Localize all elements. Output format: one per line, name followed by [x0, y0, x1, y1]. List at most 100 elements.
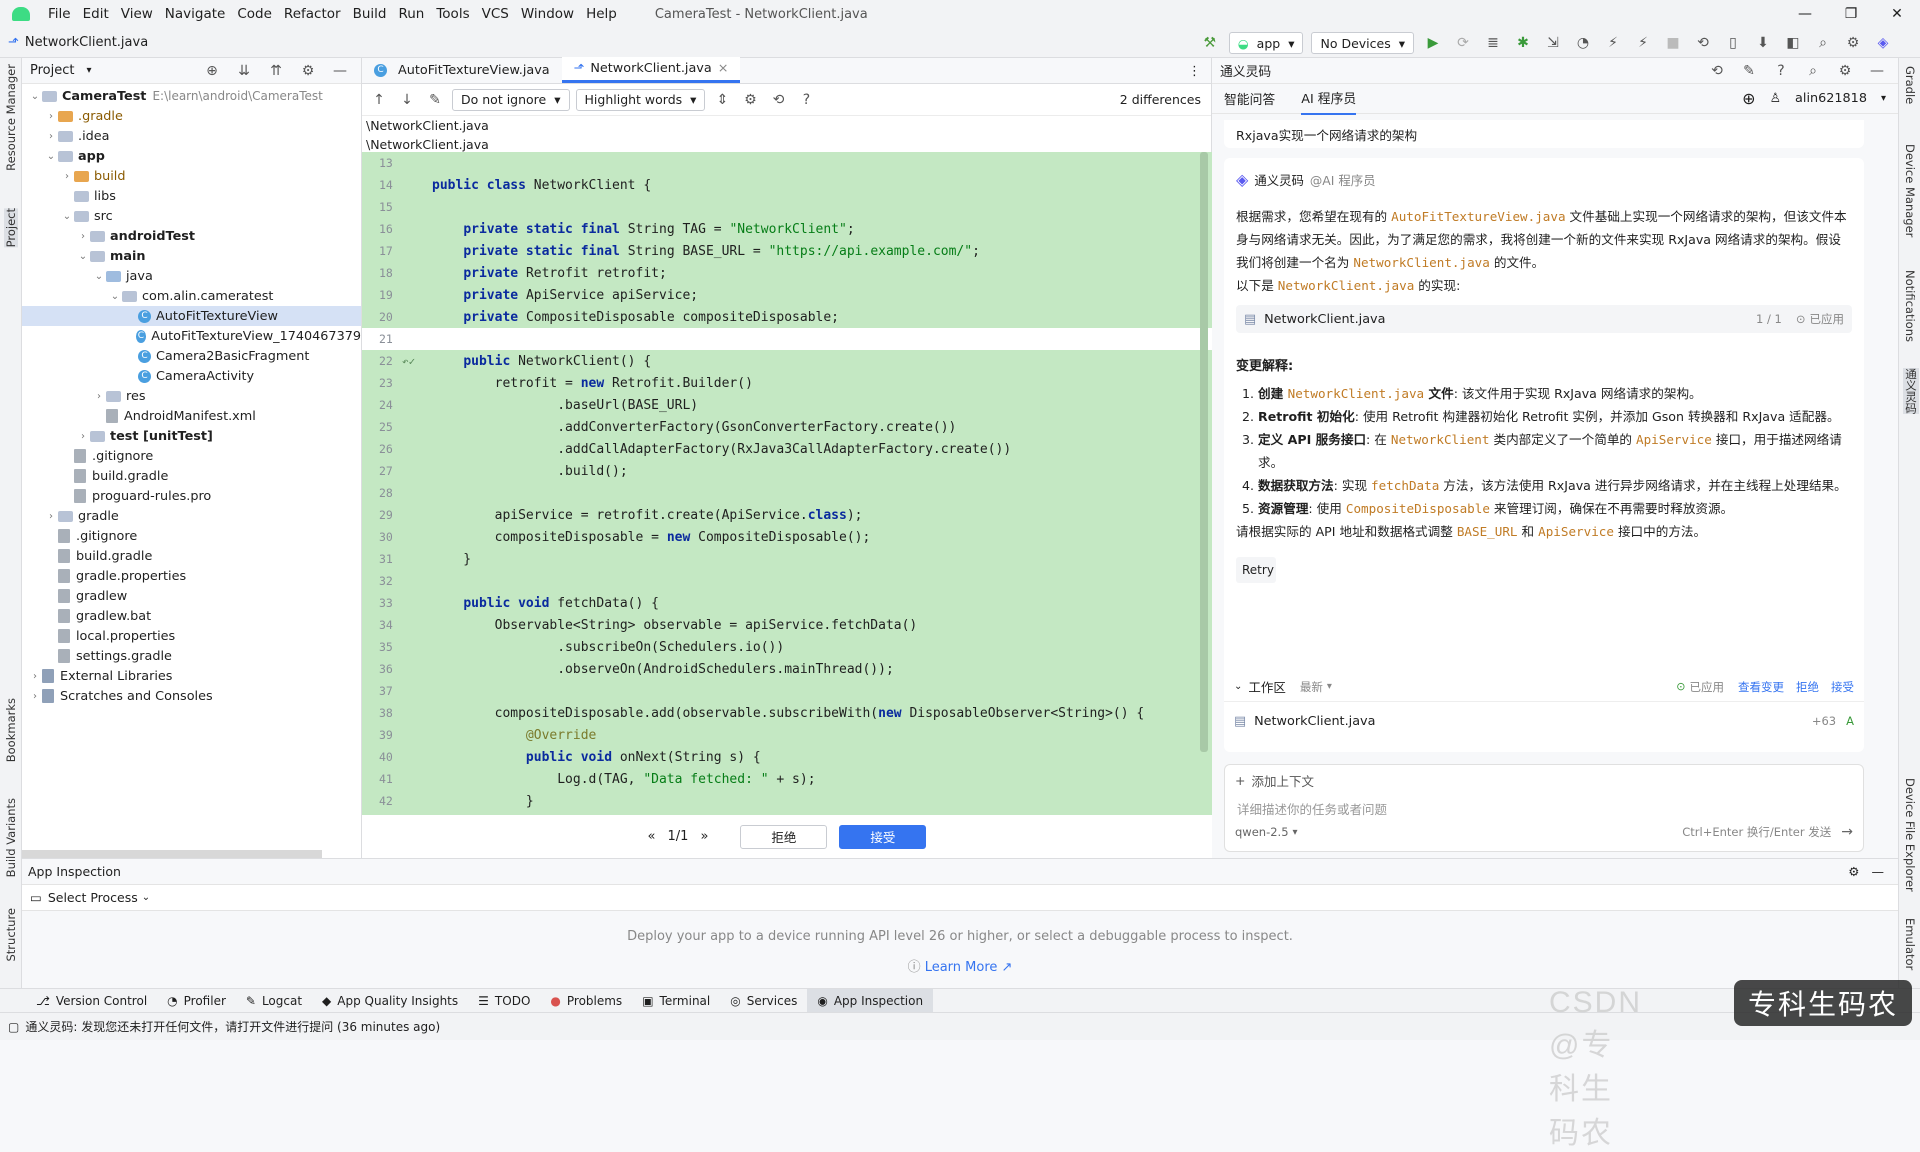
menu-window[interactable]: Window: [515, 6, 580, 22]
add-icon[interactable]: +: [1235, 773, 1245, 788]
tree-node[interactable]: AndroidManifest.xml: [22, 406, 361, 426]
code-line[interactable]: 24 .baseUrl(BASE_URL): [362, 394, 1212, 416]
sync-gradle-icon[interactable]: ⟲: [1692, 32, 1714, 54]
run-config-select[interactable]: ◒ app ▾: [1228, 32, 1304, 54]
code-line[interactable]: 20 private CompositeDisposable composite…: [362, 306, 1212, 328]
coverage-icon[interactable]: ≣: [1482, 32, 1504, 54]
ignore-select[interactable]: Do not ignore ▾: [452, 88, 570, 111]
hide-icon[interactable]: —: [329, 60, 351, 82]
project-title[interactable]: Project: [30, 63, 74, 78]
next-diff-icon[interactable]: ↓: [396, 89, 418, 111]
hide-icon[interactable]: —: [1872, 864, 1885, 879]
add-icon[interactable]: ⊕: [1742, 89, 1755, 108]
sdk-manager-icon[interactable]: ⬇: [1752, 32, 1774, 54]
expand-arrow-icon[interactable]: ›: [76, 231, 90, 242]
tree-node[interactable]: › gradle: [22, 506, 361, 526]
tongyi-tab[interactable]: 通义灵码: [1903, 368, 1919, 414]
tw-logcat[interactable]: ✎ Logcat: [236, 989, 312, 1013]
code-line[interactable]: 42 }: [362, 790, 1212, 812]
close-tab-icon[interactable]: ×: [718, 61, 729, 76]
code-line[interactable]: 28: [362, 482, 1212, 504]
code-line[interactable]: 17 private static final String BASE_URL …: [362, 240, 1212, 262]
accept-button[interactable]: 接受: [839, 824, 927, 849]
project-tab[interactable]: Project: [4, 208, 18, 248]
tree-node[interactable]: › androidTest: [22, 226, 361, 246]
tree-node[interactable]: settings.gradle: [22, 646, 361, 666]
tree-node[interactable]: › Scratches and Consoles: [22, 686, 361, 706]
code-line[interactable]: 22 ↶✓ public NetworkClient() {: [362, 350, 1212, 372]
code-line[interactable]: 14 public class NetworkClient {: [362, 174, 1212, 196]
code-line[interactable]: 25 .addConverterFactory(GsonConverterFac…: [362, 416, 1212, 438]
tree-node[interactable]: › test [unitTest]: [22, 426, 361, 446]
code-line[interactable]: 38 compositeDisposable.add(observable.su…: [362, 702, 1212, 724]
more-icon[interactable]: ⋮: [1178, 64, 1211, 83]
file-card-name[interactable]: NetworkClient.java: [1264, 312, 1385, 327]
menu-code[interactable]: Code: [231, 6, 278, 22]
tree-node[interactable]: › .gradle: [22, 106, 361, 126]
tree-node[interactable]: C Camera2BasicFragment: [22, 346, 361, 366]
help-icon[interactable]: ?: [795, 89, 817, 111]
tab-networkclient[interactable]: ⬏ NetworkClient.java ×: [561, 57, 741, 83]
expand-arrow-icon[interactable]: ⌄: [44, 151, 58, 162]
chevron-down-icon[interactable]: ▾: [1881, 93, 1886, 104]
file-card[interactable]: ▤ NetworkClient.java 1 / 1 ⊙ 已应用: [1236, 305, 1852, 333]
history-icon[interactable]: ⟲: [767, 89, 789, 111]
expand-arrow-icon[interactable]: ›: [28, 691, 42, 702]
maximize-icon[interactable]: ❐: [1828, 0, 1874, 28]
workspace-reject-link[interactable]: 拒绝: [1796, 679, 1819, 695]
locate-icon[interactable]: ⊕: [201, 60, 223, 82]
expand-all-icon[interactable]: ⇊: [233, 60, 255, 82]
next-change-icon[interactable]: »: [700, 829, 708, 844]
highlight-select[interactable]: Highlight words ▾: [575, 88, 706, 111]
reject-button[interactable]: 拒绝: [740, 824, 828, 849]
tree-node[interactable]: .gitignore: [22, 526, 361, 546]
tongyi-logo-icon[interactable]: ◈: [1872, 32, 1894, 54]
hide-icon[interactable]: —: [1866, 60, 1888, 82]
tree-node[interactable]: › build: [22, 166, 361, 186]
breadcrumb[interactable]: ⬏ NetworkClient.java: [8, 35, 148, 50]
build-variants-tab[interactable]: Build Variants: [4, 798, 18, 877]
bookmarks-tab[interactable]: Bookmarks: [4, 698, 18, 762]
expand-arrow-icon[interactable]: ›: [44, 131, 58, 142]
select-process[interactable]: Select Process: [48, 890, 138, 905]
menu-view[interactable]: View: [115, 6, 159, 22]
tree-node[interactable]: C CameraActivity: [22, 366, 361, 386]
add-context-button[interactable]: 添加上下文: [1251, 771, 1314, 790]
menu-tools[interactable]: Tools: [430, 6, 475, 22]
tree-node[interactable]: ⌄ com.alin.cameratest: [22, 286, 361, 306]
tw-services[interactable]: ◎ Services: [720, 989, 807, 1013]
code-line[interactable]: 23 retrofit = new Retrofit.Builder(): [362, 372, 1212, 394]
tw-app-quality[interactable]: ◆ App Quality Insights: [312, 989, 468, 1013]
chevron-down-icon[interactable]: ⌄: [1234, 681, 1242, 692]
emulator-tab[interactable]: Emulator: [1903, 918, 1917, 970]
user-name[interactable]: alin621818: [1795, 91, 1867, 106]
edit-icon[interactable]: ✎: [1738, 60, 1760, 82]
tree-node[interactable]: gradlew.bat: [22, 606, 361, 626]
prev-diff-icon[interactable]: ↑: [368, 89, 390, 111]
code-line[interactable]: 21: [362, 328, 1212, 350]
expand-arrow-icon[interactable]: ⌄: [76, 251, 90, 262]
tw-problems[interactable]: ● Problems: [540, 989, 632, 1013]
tw-profiler[interactable]: ◔ Profiler: [157, 989, 236, 1013]
tree-node[interactable]: ⌄ src: [22, 206, 361, 226]
chevron-down-icon[interactable]: ▾: [1293, 827, 1298, 838]
resource-manager-tab[interactable]: Resource Manager: [4, 64, 18, 171]
menu-help[interactable]: Help: [580, 6, 623, 22]
tw-version-control[interactable]: ⎇ Version Control: [26, 989, 157, 1013]
expand-arrow-icon[interactable]: ›: [60, 171, 74, 182]
profile-icon[interactable]: ◔: [1572, 32, 1594, 54]
run-icon[interactable]: ▶: [1422, 32, 1444, 54]
tree-node[interactable]: local.properties: [22, 626, 361, 646]
expand-arrow-icon[interactable]: ›: [28, 671, 42, 682]
tree-node[interactable]: ⌄ main: [22, 246, 361, 266]
hammer-icon[interactable]: ⚒: [1199, 32, 1221, 54]
tab-autofit[interactable]: C AutoFitTextureView.java: [362, 57, 562, 83]
code-area[interactable]: 13 14 public class NetworkClient {15 16 pri…: [362, 152, 1212, 815]
sync-scroll-icon[interactable]: ⇕: [711, 89, 733, 111]
expand-arrow-icon[interactable]: ⌄: [108, 291, 122, 302]
code-line[interactable]: 30 compositeDisposable = new CompositeDi…: [362, 526, 1212, 548]
code-line[interactable]: 19 private ApiService apiService;: [362, 284, 1212, 306]
chevron-down-icon[interactable]: ▾: [1327, 681, 1332, 692]
model-select[interactable]: qwen-2.5: [1235, 825, 1289, 839]
device-manager-tab[interactable]: Device Manager: [1903, 144, 1917, 237]
